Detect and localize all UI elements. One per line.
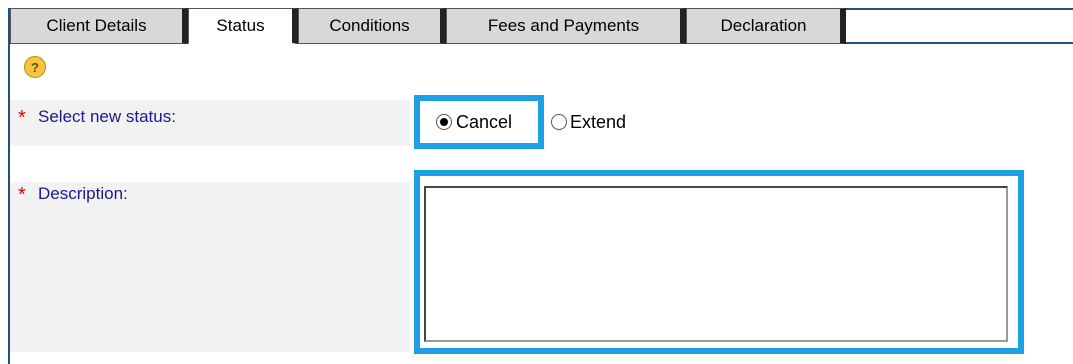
required-marker: * (18, 184, 26, 206)
cancel-radio-label[interactable]: Cancel (456, 112, 512, 133)
description-row (10, 182, 410, 352)
tab-client-details[interactable]: Client Details (10, 8, 188, 44)
status-label: Select new status: (38, 107, 176, 126)
extend-radio-label[interactable]: Extend (570, 112, 626, 133)
required-marker: * (18, 107, 26, 129)
description-label: Description: (38, 184, 128, 203)
cancel-radio[interactable] (436, 114, 452, 130)
extend-radio[interactable] (551, 114, 567, 130)
help-icon[interactable]: ? (24, 56, 46, 78)
description-textarea[interactable] (424, 186, 1008, 342)
tab-conditions[interactable]: Conditions (298, 8, 446, 44)
tab-declaration[interactable]: Declaration (686, 8, 846, 44)
tab-status[interactable]: Status (188, 8, 298, 44)
tab-fees-and-payments[interactable]: Fees and Payments (446, 8, 686, 44)
